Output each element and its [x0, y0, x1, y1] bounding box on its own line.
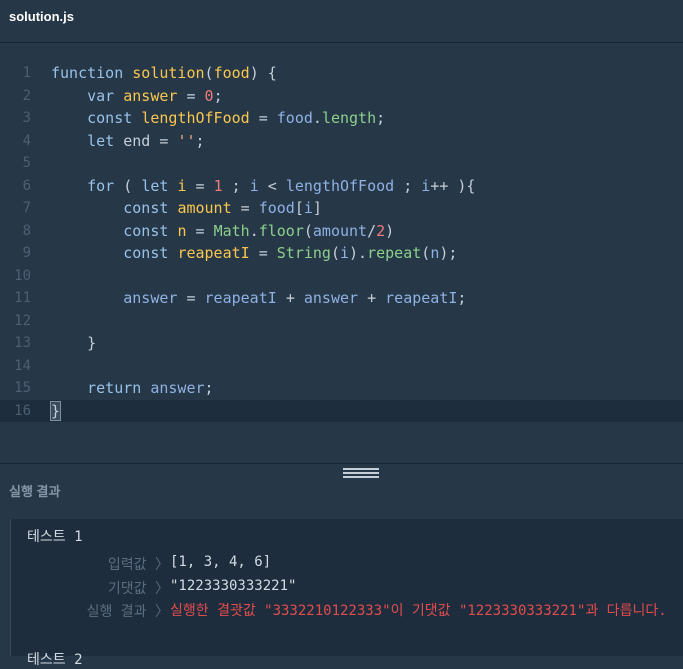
line-number: 10: [14, 267, 31, 284]
line-number: 7: [22, 200, 31, 216]
result-error-message: 실행한 결괏값 "3332210122333"이 기댓값 "1223330333…: [170, 603, 667, 619]
code-line[interactable]: 15 return answer;: [0, 377, 683, 400]
result-section-title: 실행 결과: [9, 484, 61, 499]
line-number: 16: [14, 402, 31, 419]
code-line[interactable]: 10: [0, 265, 683, 288]
expected-label: 기댓값 〉: [107, 581, 169, 597]
code-line[interactable]: 2 var answer = 0;: [0, 85, 683, 108]
line-number: 6: [22, 177, 31, 194]
code-line-active[interactable]: 16}: [0, 399, 683, 422]
line-number: 5: [22, 155, 31, 171]
code-editor[interactable]: 1 function solution(food) { 2 var answer …: [0, 43, 683, 463]
code-line[interactable]: 13 }: [0, 332, 683, 355]
code-line[interactable]: 6 for ( let i = 1 ; i < lengthOfFood ; i…: [0, 175, 683, 198]
file-tab[interactable]: solution.js: [0, 0, 683, 43]
code-line[interactable]: 4 let end = '';: [0, 130, 683, 153]
resize-handle-icon[interactable]: [343, 468, 379, 478]
line-number: 1: [22, 65, 31, 81]
code-line[interactable]: 9 const reapeatI = String(i).repeat(n);: [0, 242, 683, 265]
code-line[interactable]: 5: [0, 152, 683, 175]
line-number: 9: [22, 245, 31, 261]
line-number: 4: [22, 132, 31, 149]
line-number: 12: [14, 312, 31, 329]
results-area: 테스트 1 입력값 〉 [1, 3, 4, 6] 기댓값 〉 "12233303…: [0, 519, 683, 668]
line-number: 2: [22, 87, 31, 104]
next-test-title: 테스트 2: [27, 652, 83, 668]
input-label: 입력값 〉: [107, 557, 169, 573]
code-line[interactable]: 12: [0, 310, 683, 333]
code-line[interactable]: 7 const amount = food[i]: [0, 197, 683, 220]
code-line[interactable]: 11 answer = reapeatI + answer + reapeatI…: [0, 287, 683, 310]
expected-value: "1223330333221": [170, 578, 297, 594]
code-line[interactable]: 1 function solution(food) {: [0, 62, 683, 85]
line-number: 11: [14, 290, 31, 306]
line-number: 3: [22, 110, 31, 126]
code-line[interactable]: 8 const n = Math.floor(amount/2): [0, 220, 683, 243]
line-number: 15: [14, 380, 31, 396]
panel-splitter[interactable]: 실행 결과: [0, 463, 683, 520]
result-label: 실행 결과 〉: [86, 604, 169, 620]
input-value: [1, 3, 4, 6]: [170, 554, 272, 570]
line-number: 13: [14, 335, 31, 351]
test-title: 테스트 1: [27, 529, 83, 545]
line-number: 8: [22, 222, 31, 239]
test-result-panel: 테스트 1 입력값 〉 [1, 3, 4, 6] 기댓값 〉 "12233303…: [10, 519, 683, 668]
line-number: 14: [14, 357, 31, 374]
code-line[interactable]: 3 const lengthOfFood = food.length;: [0, 107, 683, 130]
code-line[interactable]: 14: [0, 355, 683, 378]
code-lines[interactable]: 1 function solution(food) { 2 var answer …: [0, 62, 683, 422]
file-tab-label: solution.js: [9, 9, 74, 24]
